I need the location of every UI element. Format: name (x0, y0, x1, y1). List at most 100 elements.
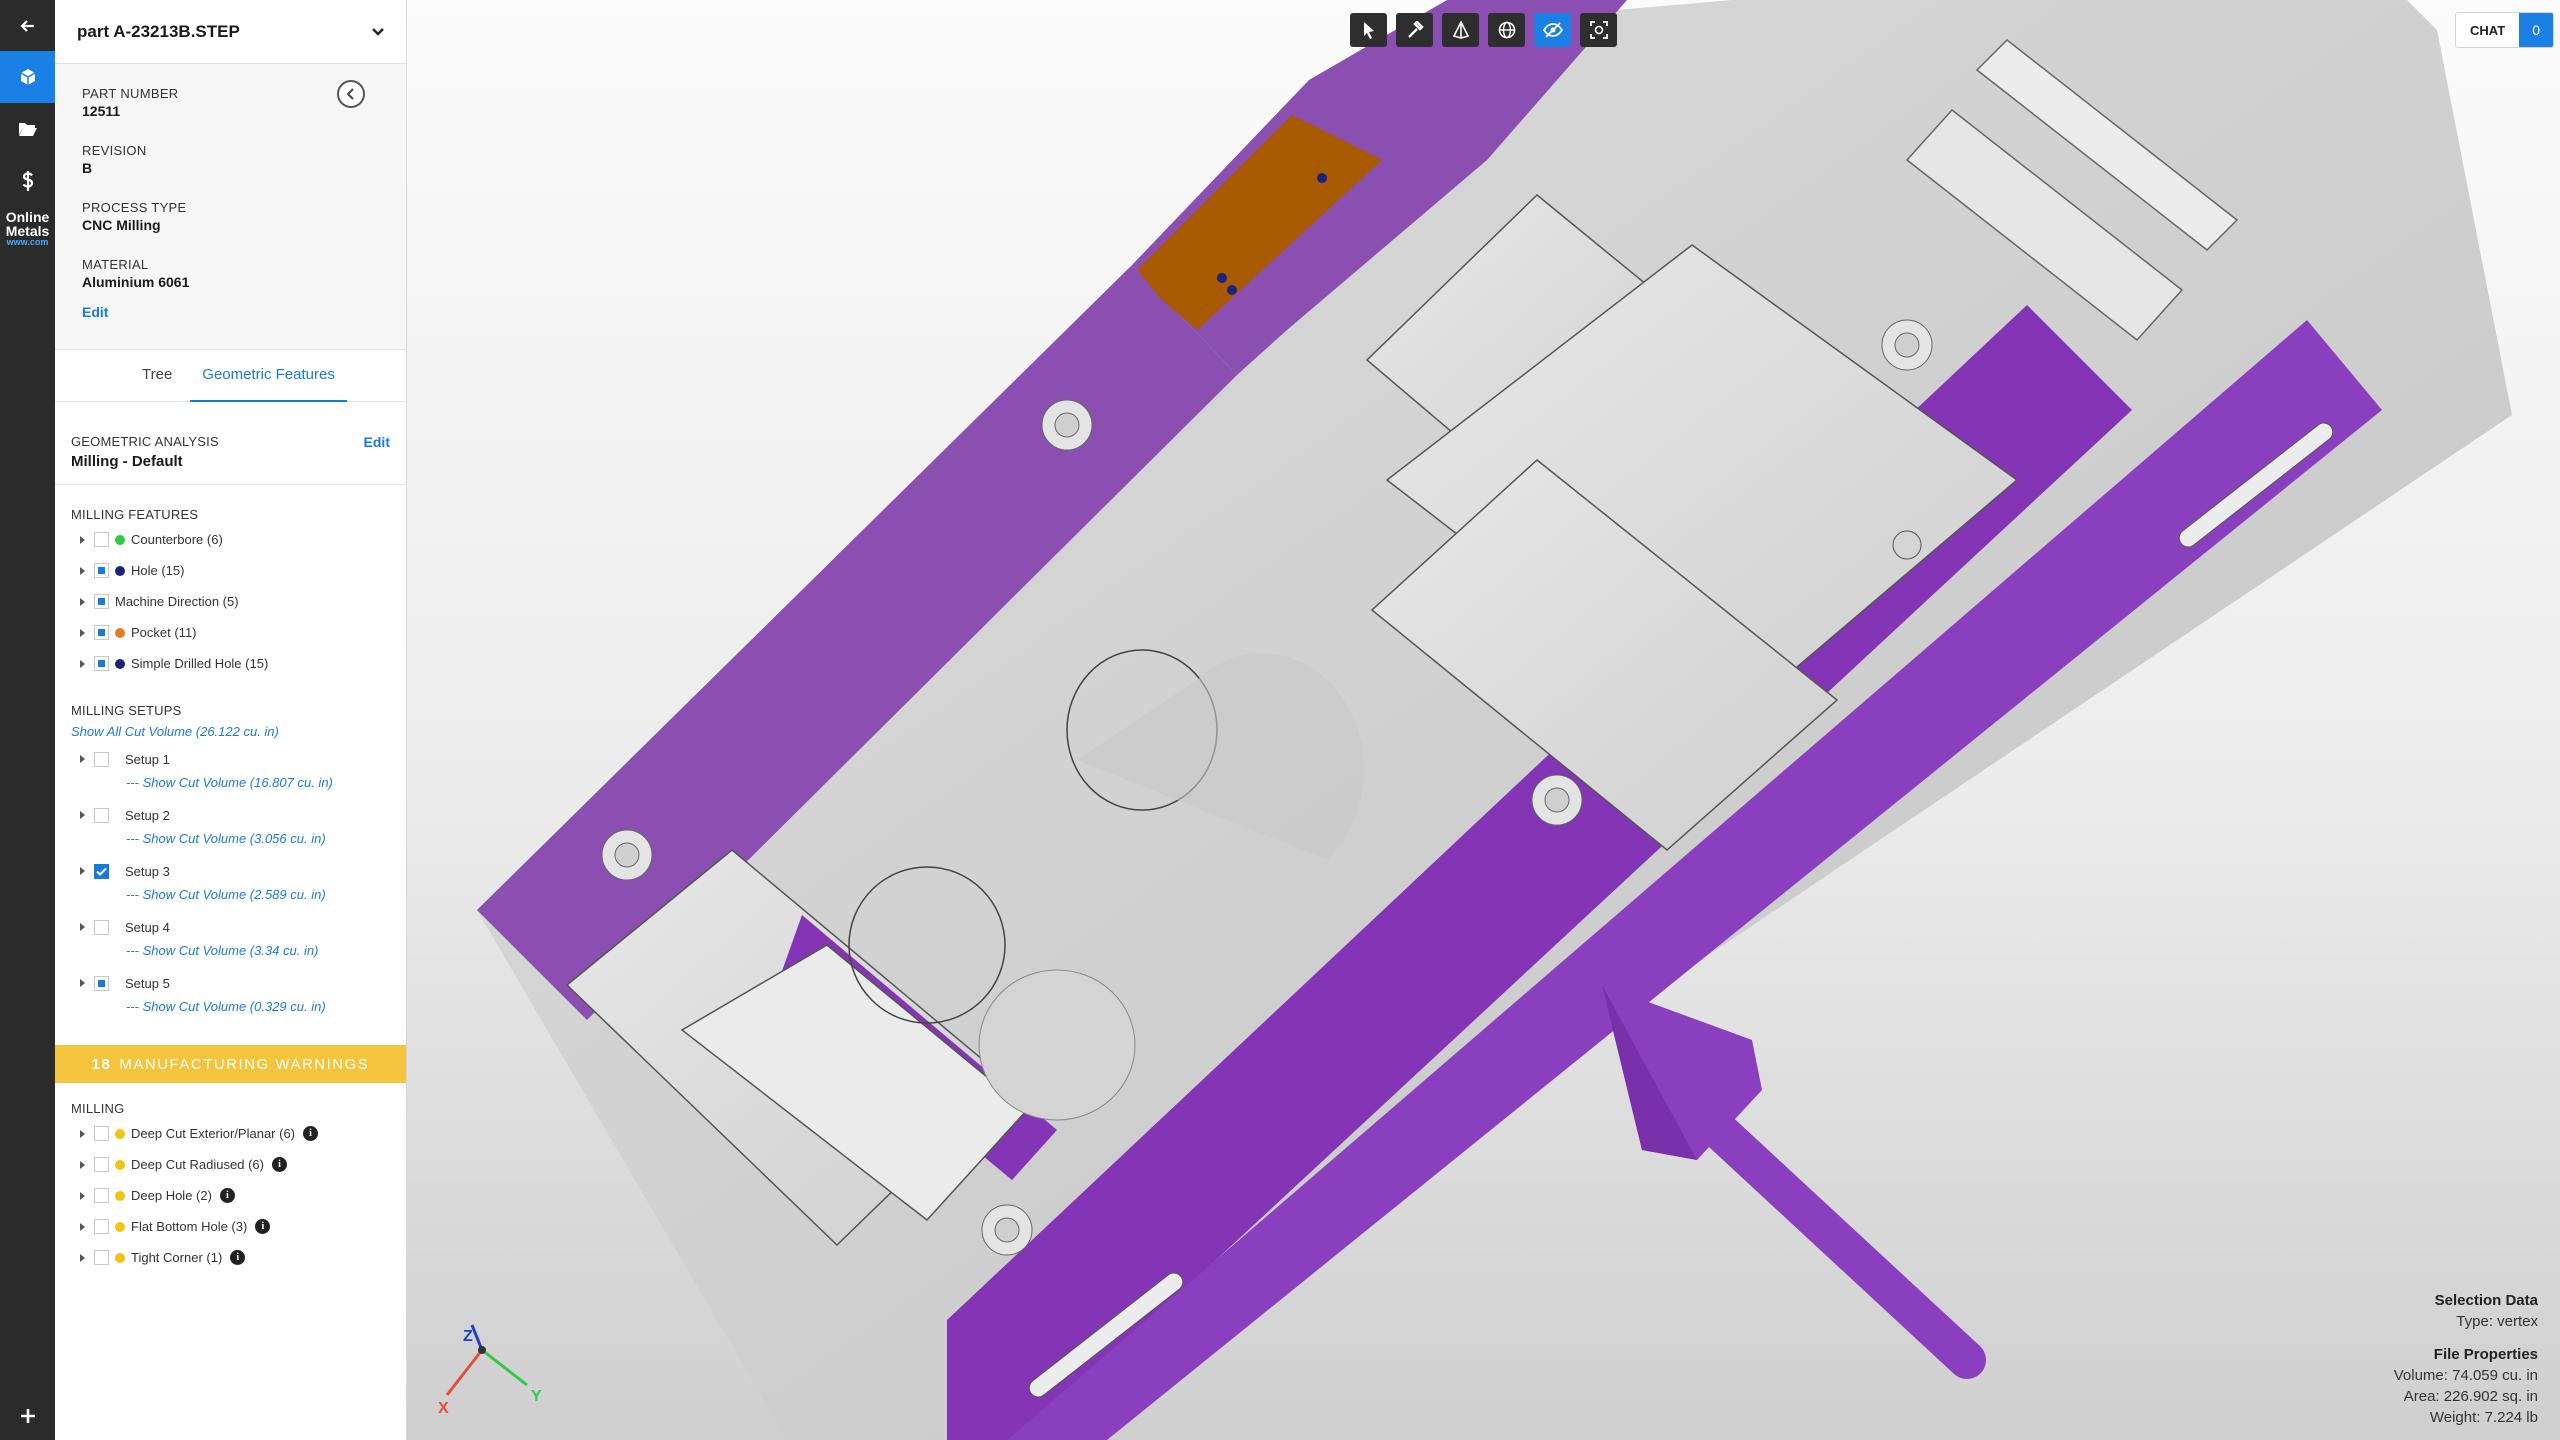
warning-checkbox[interactable] (94, 1157, 109, 1172)
viewer-toolbar (1350, 13, 1617, 47)
axis-label-z: Z (463, 1328, 473, 1345)
expand-caret-icon[interactable] (80, 1253, 85, 1262)
edit-properties-link[interactable]: Edit (82, 304, 108, 320)
chat-button[interactable]: CHAT 0 (2455, 12, 2555, 48)
collapse-panel-button[interactable] (337, 80, 365, 108)
back-button[interactable] (0, 0, 55, 52)
machine-direction-shaft[interactable] (1678, 1091, 1986, 1379)
warning-checkbox[interactable] (94, 1188, 109, 1203)
plus-icon (20, 1409, 35, 1423)
visibility-tool-button[interactable] (1534, 13, 1571, 47)
expand-caret-icon[interactable] (80, 867, 85, 875)
warning-checkbox[interactable] (94, 1250, 109, 1265)
edit-analysis-link[interactable]: Edit (364, 434, 390, 470)
counterbore[interactable] (614, 842, 640, 868)
show-cut-volume-link[interactable]: --- Show Cut Volume (2.589 cu. in) (71, 885, 390, 913)
expand-caret-icon[interactable] (80, 979, 85, 987)
warning-checkbox[interactable] (94, 1219, 109, 1234)
expand-caret-icon[interactable] (80, 566, 85, 575)
fit-view-button[interactable] (1580, 13, 1617, 47)
warning-tight-corner[interactable]: Tight Corner (1) i (71, 1242, 390, 1273)
globe-tool-button[interactable] (1488, 13, 1525, 47)
warning-deep-cut-exterior[interactable]: Deep Cut Exterior/Planar (6) i (71, 1118, 390, 1149)
bore[interactable] (978, 969, 1136, 1121)
feature-machine-direction[interactable]: Machine Direction (5) (71, 586, 390, 617)
rail-pricing-button[interactable] (0, 155, 55, 207)
feature-tool-button[interactable] (1442, 13, 1479, 47)
selection-type: Type: vertex (2456, 1313, 2538, 1330)
warning-label: Deep Cut Radiused (6) (131, 1157, 264, 1172)
feature-counterbore[interactable]: Counterbore (6) (71, 524, 390, 555)
axis-label-x: X (438, 1400, 449, 1417)
warning-color-dot (115, 1159, 125, 1170)
feature-label: Machine Direction (5) (115, 594, 239, 609)
online-metals-logo[interactable]: Online Metals www.com (0, 210, 55, 247)
geometric-analysis: GEOMETRIC ANALYSIS Milling - Default Edi… (55, 402, 406, 470)
select-tool-button[interactable] (1350, 13, 1387, 47)
setup-checkbox[interactable] (94, 919, 109, 935)
add-button[interactable] (0, 1392, 55, 1440)
feature-checkbox[interactable] (94, 563, 109, 578)
expand-caret-icon[interactable] (80, 923, 85, 931)
setup-checkbox[interactable] (94, 751, 109, 767)
geometric-analysis-heading: GEOMETRIC ANALYSIS (71, 434, 219, 449)
expand-caret-icon[interactable] (80, 659, 85, 668)
feature-hole[interactable]: Hole (15) (71, 555, 390, 586)
info-icon[interactable]: i (271, 1157, 287, 1172)
rail-files-button[interactable] (0, 103, 55, 155)
info-icon[interactable]: i (230, 1250, 246, 1265)
feature-pocket[interactable]: Pocket (11) (71, 617, 390, 648)
tab-tree[interactable]: Tree (130, 350, 184, 402)
show-cut-volume-link[interactable]: --- Show Cut Volume (0.329 cu. in) (71, 997, 390, 1025)
feature-simple-drilled-hole[interactable]: Simple Drilled Hole (15) (71, 648, 390, 679)
counterbore[interactable] (1892, 530, 1922, 560)
expand-caret-icon[interactable] (80, 597, 85, 606)
part-model[interactable] (407, 0, 2560, 1440)
expand-caret-icon[interactable] (80, 1129, 85, 1138)
3d-viewport[interactable]: X Y Z CHAT 0 Selection Data Type: vertex… (407, 0, 2560, 1440)
property-revision: REVISION B (82, 143, 147, 176)
setup-checkbox[interactable] (94, 807, 109, 823)
expand-caret-icon[interactable] (80, 535, 85, 544)
setup-checkbox[interactable] (94, 863, 109, 879)
feature-checkbox[interactable] (94, 594, 109, 609)
tab-geometric-features[interactable]: Geometric Features (190, 350, 347, 402)
feature-checkbox[interactable] (94, 656, 109, 671)
file-volume: Volume: 74.059 cu. in (2393, 1367, 2538, 1384)
counterbore[interactable] (994, 1217, 1020, 1243)
expand-caret-icon[interactable] (80, 755, 85, 763)
show-cut-volume-link[interactable]: --- Show Cut Volume (3.056 cu. in) (71, 829, 390, 857)
manufacturing-warnings-banner[interactable]: 18 MANUFACTURING WARNINGS (55, 1045, 406, 1083)
warning-color-dot (115, 1221, 125, 1232)
warning-checkbox[interactable] (94, 1126, 109, 1141)
warning-deep-hole[interactable]: Deep Hole (2) i (71, 1180, 390, 1211)
info-icon[interactable]: i (303, 1126, 319, 1141)
warning-label: Deep Cut Exterior/Planar (6) (131, 1126, 296, 1141)
info-icon[interactable]: i (255, 1219, 271, 1234)
counterbore[interactable] (1544, 787, 1570, 813)
expand-caret-icon[interactable] (80, 811, 85, 819)
expand-caret-icon[interactable] (80, 1160, 85, 1169)
warning-color-dot (115, 1190, 125, 1201)
milling-features-heading: MILLING FEATURES (71, 507, 199, 522)
info-icon[interactable]: i (219, 1188, 235, 1203)
expand-caret-icon[interactable] (80, 1191, 85, 1200)
warning-flat-bottom-hole[interactable]: Flat Bottom Hole (3) i (71, 1211, 390, 1242)
setup-checkbox[interactable] (94, 975, 109, 991)
feature-checkbox[interactable] (94, 532, 109, 547)
rail-part-button[interactable] (0, 51, 55, 103)
file-selector[interactable]: part A-23213B.STEP (55, 0, 406, 64)
show-cut-volume-link[interactable]: --- Show Cut Volume (16.807 cu. in) (71, 773, 390, 801)
measure-tool-button[interactable] (1396, 13, 1433, 47)
warning-label: Tight Corner (1) (131, 1250, 223, 1265)
feature-checkbox[interactable] (94, 625, 109, 640)
counterbore[interactable] (1054, 412, 1080, 438)
expand-caret-icon[interactable] (80, 1222, 85, 1231)
warning-deep-cut-radiused[interactable]: Deep Cut Radiused (6) i (71, 1149, 390, 1180)
pyramid-icon (1452, 21, 1469, 39)
expand-caret-icon[interactable] (80, 628, 85, 637)
show-cut-volume-link[interactable]: --- Show Cut Volume (3.34 cu. in) (71, 941, 390, 969)
counterbore[interactable] (1894, 332, 1920, 358)
show-all-cut-volume-link[interactable]: Show All Cut Volume (26.122 cu. in) (71, 724, 390, 739)
chat-label: CHAT (2470, 22, 2506, 38)
